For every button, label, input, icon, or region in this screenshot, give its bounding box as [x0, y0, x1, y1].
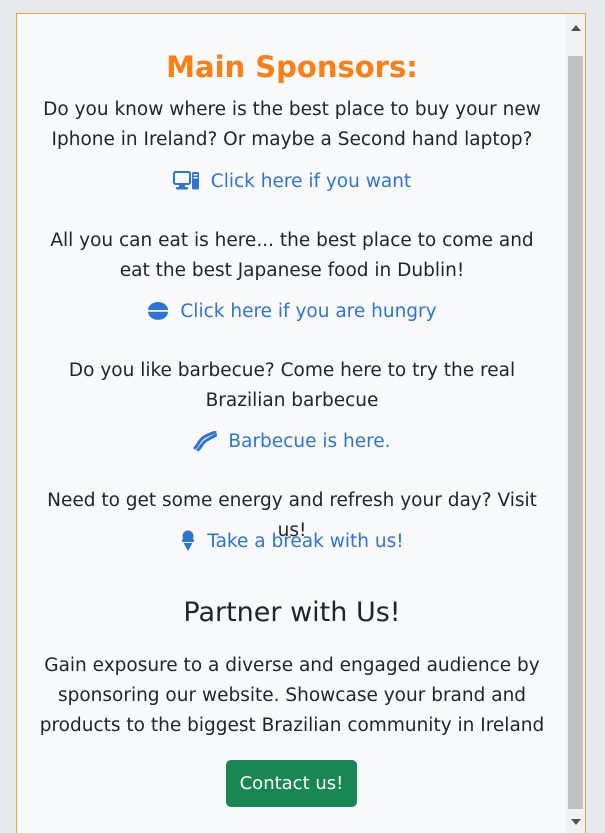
- sponsors-panel: Main Sponsors: Do you know where is the …: [16, 13, 586, 833]
- scroll-up-arrow-icon[interactable]: [566, 18, 585, 38]
- sponsor-description-electronics: Do you know where is the best place to b…: [43, 99, 541, 150]
- sponsor-link-label: Click here if you are hungry: [180, 300, 437, 322]
- bacon-icon: [193, 431, 218, 451]
- contact-us-button[interactable]: Contact us!: [226, 760, 357, 807]
- scroll-down-arrow-icon[interactable]: [566, 812, 585, 832]
- sponsor-link-electronics[interactable]: Click here if you want: [17, 166, 567, 196]
- bowl-food-icon: [147, 301, 169, 321]
- sponsor-link-barbecue[interactable]: Barbecue is here.: [17, 426, 567, 456]
- sponsors-content: Main Sponsors: Do you know where is the …: [17, 14, 567, 833]
- sponsor-description-barbecue: Do you like barbecue? Come here to try t…: [68, 360, 516, 411]
- scrollbar-thumb[interactable]: [568, 56, 583, 809]
- sponsor-link-label: Barbecue is here.: [228, 430, 391, 452]
- partner-description: Gain exposure to a diverse and engaged a…: [39, 655, 545, 736]
- sponsor-link-label: Click here if you want: [210, 170, 412, 192]
- computer-icon: [172, 171, 200, 191]
- sponsor-link-refreshments[interactable]: Take a break with us!: [17, 526, 567, 556]
- sponsor-link-japanese-food[interactable]: Click here if you are hungry: [17, 296, 567, 326]
- ice-cream-icon: [180, 530, 196, 552]
- partner-title: Partner with Us!: [183, 597, 401, 628]
- sponsor-link-label: Take a break with us!: [207, 530, 404, 552]
- sponsor-description-japanese-food: All you can eat is here... the best plac…: [50, 230, 534, 281]
- vertical-scrollbar[interactable]: [566, 14, 585, 833]
- main-sponsors-title: Main Sponsors:: [166, 50, 418, 84]
